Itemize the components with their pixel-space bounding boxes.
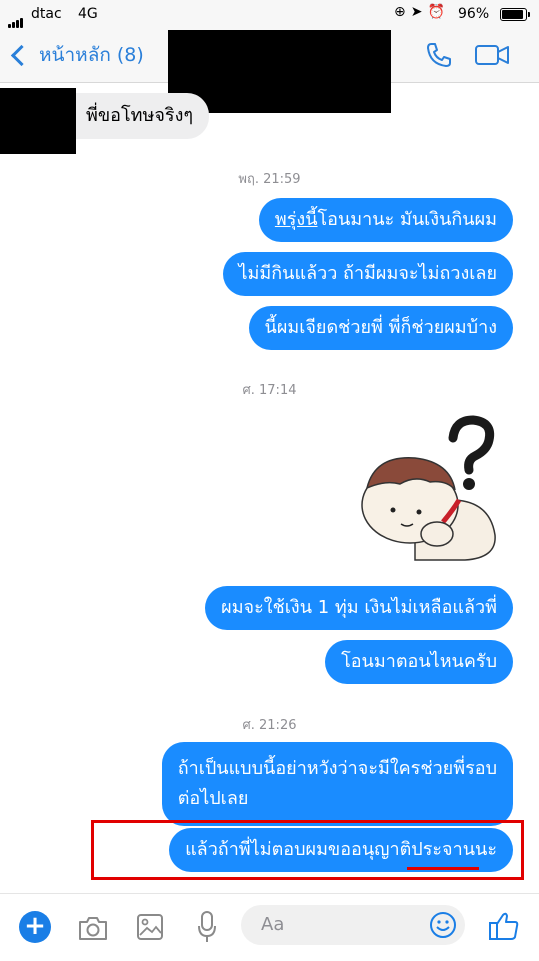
outgoing-message[interactable]: นี้ผมเจียดช่วยพี่ พี่ก็ช่วยผมบ้าง	[248, 306, 513, 350]
chat-header: หน้าหลัก (8)	[0, 30, 539, 113]
thumbs-up-icon[interactable]	[487, 909, 521, 943]
emoji-icon[interactable]	[428, 910, 458, 940]
chevron-left-icon	[10, 44, 33, 66]
battery-percentage: 96%	[458, 6, 490, 22]
outgoing-message[interactable]: ถ้าเป็นแบบนี้อย่าหวังว่าจะมีใครช่วยพี่รอ…	[161, 742, 513, 826]
message-input-placeholder: Aa	[261, 914, 285, 935]
battery-icon	[500, 8, 530, 21]
incoming-message[interactable]: พี่ขอโทษจริงๆ	[76, 93, 210, 139]
photo-gallery-icon[interactable]	[136, 913, 164, 941]
highlight-box-annotation	[91, 820, 524, 880]
video-call-icon[interactable]	[474, 42, 512, 68]
outgoing-message[interactable]: ผมจะใช้เงิน 1 ทุ่ม เงินไม่เหลือแล้วพี่	[205, 586, 513, 630]
message-input[interactable]: Aa	[241, 905, 465, 945]
outgoing-message[interactable]: พรุ่งนี้โอนมานะ มันเงินกินผม	[258, 198, 513, 242]
camera-icon[interactable]	[77, 914, 109, 942]
alarm-icon: ⏰	[427, 4, 450, 20]
timestamp: ศ. 21:26	[242, 718, 297, 733]
message-line: ถ้าเป็นแบบนี้อย่าหวังว่าจะมีใครช่วยพี่รอ…	[177, 758, 497, 779]
outgoing-message[interactable]: โอนมาตอนไหนครับ	[325, 640, 513, 684]
signal-strength-icon	[8, 9, 24, 28]
location-arrow-icon: ➤	[410, 4, 428, 20]
lock-rotation-icon: ⊕	[394, 4, 411, 20]
underline-annotation	[407, 867, 479, 870]
back-label: หน้าหลัก (8)	[39, 44, 144, 66]
status-bar: dtac 4G ⊕➤⏰ 96%	[0, 0, 539, 30]
redacted-avatar	[0, 88, 76, 154]
message-underlined-word: พรุ่งนี้	[274, 209, 318, 230]
question-mark-sticker-icon[interactable]	[355, 410, 515, 570]
phone-call-icon[interactable]	[424, 40, 454, 70]
back-button[interactable]: หน้าหลัก (8)	[10, 40, 144, 70]
carrier-name: dtac	[31, 6, 62, 22]
outgoing-message[interactable]: ไม่มีกินแล้วว ถ้ามีผมจะไม่ถวงเลย	[222, 252, 513, 296]
message-composer: + Aa	[0, 893, 539, 961]
network-type: 4G	[78, 6, 98, 22]
timestamp: ศ. 17:14	[242, 383, 297, 398]
message-text: โอนมานะ มันเงินกินผม	[317, 209, 497, 230]
timestamp: พฤ. 21:59	[238, 172, 301, 187]
message-line: ต่อไปเลย	[177, 788, 249, 809]
microphone-icon[interactable]	[197, 910, 217, 944]
plus-icon[interactable]: +	[19, 911, 51, 943]
status-icons: ⊕➤⏰	[394, 4, 450, 20]
